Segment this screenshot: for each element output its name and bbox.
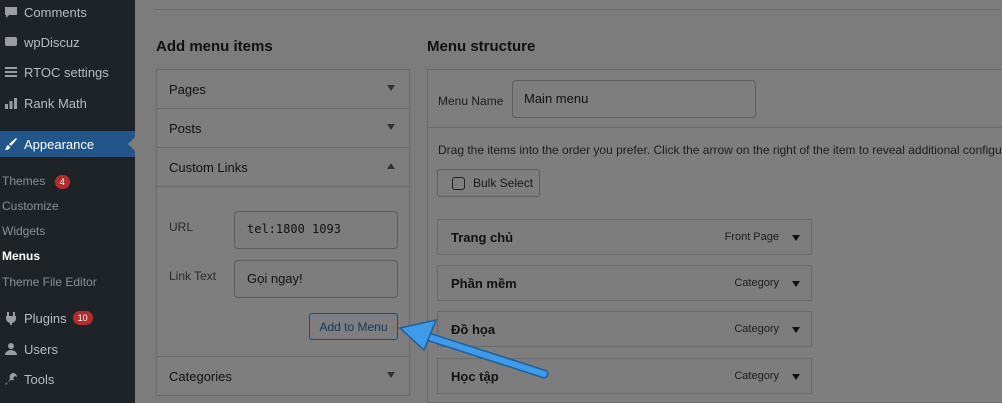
bulk-select-label: Bulk Select bbox=[473, 176, 534, 190]
menu-structure-heading: Menu structure bbox=[427, 38, 536, 55]
accordion-posts[interactable]: Posts bbox=[157, 109, 409, 148]
caret-down-icon[interactable] bbox=[792, 281, 800, 287]
caret-down-icon[interactable] bbox=[792, 235, 800, 241]
list-icon bbox=[4, 65, 18, 79]
update-count-badge: 4 bbox=[54, 175, 70, 189]
sidebar-item-comments[interactable]: Comments bbox=[0, 3, 135, 21]
wpdiscuz-icon bbox=[4, 35, 18, 49]
plug-icon bbox=[4, 311, 18, 325]
sidebar-item-label: Rank Math bbox=[24, 95, 87, 111]
caret-down-icon[interactable] bbox=[792, 327, 800, 333]
sidebar-item-label: Tools bbox=[24, 371, 55, 387]
accordion-title: Pages bbox=[169, 81, 206, 97]
chevron-down-icon bbox=[387, 85, 395, 91]
sidebar-subitem-widgets[interactable]: Widgets bbox=[2, 224, 45, 238]
chart-icon bbox=[4, 96, 18, 110]
caret-down-icon[interactable] bbox=[792, 374, 800, 380]
sidebar-item-tools[interactable]: Tools bbox=[0, 370, 135, 388]
sidebar-item-label: Plugins bbox=[24, 310, 67, 326]
sidebar-item-label: Comments bbox=[24, 4, 87, 20]
chevron-down-icon bbox=[387, 372, 395, 378]
admin-sidebar: Comments wpDiscuz RTOC settings Rank Mat… bbox=[0, 0, 135, 403]
sidebar-item-appearance[interactable]: Appearance bbox=[0, 131, 135, 157]
checkbox-icon bbox=[452, 176, 465, 190]
menu-name-label: Menu Name bbox=[438, 94, 504, 108]
sidebar-item-users[interactable]: Users bbox=[0, 340, 135, 358]
top-divider bbox=[155, 0, 1002, 10]
sidebar-item-label: RTOC settings bbox=[24, 64, 109, 80]
sidebar-item-plugins[interactable]: Plugins 10 bbox=[0, 309, 135, 327]
accordion-categories[interactable]: Categories bbox=[157, 357, 409, 396]
menu-item-type: Category bbox=[734, 370, 779, 382]
bulk-select-button[interactable]: Bulk Select bbox=[437, 169, 540, 197]
url-input[interactable]: tel:1800 1093 bbox=[234, 211, 398, 249]
accordion-title: Categories bbox=[169, 369, 232, 384]
accordion-title: Custom Links bbox=[169, 159, 248, 175]
sidebar-subitem-themes[interactable]: Themes 4 bbox=[2, 174, 70, 189]
sidebar-subitem-menus[interactable]: Menus bbox=[2, 249, 40, 263]
update-count-badge: 10 bbox=[72, 311, 93, 325]
sidebar-item-label: wpDiscuz bbox=[24, 34, 80, 50]
sidebar-item-wpdiscuz[interactable]: wpDiscuz bbox=[0, 33, 135, 51]
accordion-custom-links[interactable]: Custom Links bbox=[157, 148, 409, 187]
menu-item[interactable]: Phần mềm Category bbox=[437, 265, 812, 301]
sidebar-subitem-customize[interactable]: Customize bbox=[2, 199, 59, 213]
sidebar-subitem-label: Themes bbox=[2, 174, 46, 188]
menu-name-row: Menu Name Main menu bbox=[428, 70, 1002, 128]
add-to-menu-button[interactable]: Add to Menu bbox=[309, 313, 398, 340]
sidebar-subitem-theme-file-editor[interactable]: Theme File Editor bbox=[2, 275, 97, 289]
wrench-icon bbox=[4, 372, 18, 386]
menu-name-input[interactable]: Main menu bbox=[512, 80, 756, 118]
chevron-up-icon bbox=[387, 163, 395, 169]
menu-item-type: Category bbox=[734, 277, 779, 289]
add-menu-items-panel: Pages Posts Custom Links URL tel:1800 10… bbox=[156, 69, 410, 396]
paintbrush-icon bbox=[4, 137, 18, 151]
link-text-input[interactable]: Gọi ngay! bbox=[234, 260, 398, 298]
menu-item[interactable]: Trang chủ Front Page bbox=[437, 219, 812, 255]
add-menu-items-heading: Add menu items bbox=[156, 38, 273, 55]
menu-item-title: Phần mềm bbox=[451, 275, 517, 291]
pointer-arrow-icon bbox=[398, 318, 549, 379]
user-icon bbox=[4, 342, 18, 356]
menu-item-type: Front Page bbox=[724, 231, 779, 243]
menu-item-type: Category bbox=[734, 323, 779, 335]
sidebar-item-label: Appearance bbox=[24, 136, 95, 152]
sidebar-item-rank-math[interactable]: Rank Math bbox=[0, 94, 135, 112]
accordion-pages[interactable]: Pages bbox=[157, 70, 409, 109]
drag-instructions: Drag the items into the order you prefer… bbox=[438, 143, 1002, 157]
url-label: URL bbox=[169, 220, 194, 234]
sidebar-item-label: Users bbox=[24, 341, 58, 357]
comments-icon bbox=[4, 5, 18, 19]
link-text-label: Link Text bbox=[169, 269, 217, 283]
chevron-down-icon bbox=[387, 124, 395, 130]
sidebar-item-rtoc[interactable]: RTOC settings bbox=[0, 63, 135, 81]
menu-item-title: Trang chủ bbox=[451, 229, 514, 245]
accordion-title: Posts bbox=[169, 120, 202, 136]
